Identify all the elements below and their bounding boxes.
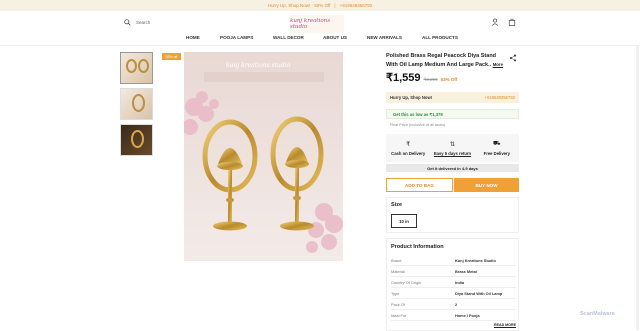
nav-item-new-arrivals[interactable]: NEW ARRIVALS	[367, 35, 402, 40]
feature-delivery-label: Free Delivery	[483, 151, 510, 156]
size-selector: Size 10 in	[386, 197, 519, 233]
thumbnail-list	[120, 52, 153, 160]
feature-return-label[interactable]: Easy 5 days return	[434, 151, 471, 156]
watermark-text: ScanMalware	[580, 311, 615, 317]
search-icon	[124, 19, 131, 26]
info-row: Pack Of 2	[391, 299, 516, 310]
thumbnail-1[interactable]	[120, 52, 153, 84]
price-row: ₹1,559 ₹3,299 53% Off	[386, 71, 457, 84]
info-row: Material Brass Metal	[391, 266, 516, 277]
info-heading: Product Information	[391, 244, 444, 250]
main-nav: HOME POOJA LAMPS WALL DECOR ABOUT US NEW…	[0, 35, 640, 44]
product-title-text: Polished Brass Regal Peacock Diya Stand …	[386, 53, 497, 68]
announcement-bar: Hurry Up, Shop Now! - 50% Off | +9195493…	[0, 0, 640, 11]
nav-item-wall-decor[interactable]: WALL DECOR	[273, 35, 304, 40]
info-value: 2	[455, 301, 458, 307]
thumbnail-3[interactable]	[120, 124, 153, 156]
info-key: Material	[391, 268, 405, 274]
search-label: Search	[136, 20, 151, 25]
announcement-phone[interactable]: +919549356792	[340, 3, 373, 8]
info-row: Brand Kunj Kreations Studio	[391, 255, 516, 266]
add-to-bag-button[interactable]: ADD TO BAG	[386, 178, 453, 192]
nav-item-pooja-lamps[interactable]: POOJA LAMPS	[220, 35, 253, 40]
read-more-link[interactable]: READ MORE	[494, 323, 516, 327]
hurry-phone[interactable]: +919549356792	[485, 95, 515, 100]
diya-stand-illustration	[184, 52, 343, 261]
nav-item-all-products[interactable]: ALL PRODUCTS	[422, 35, 458, 40]
info-key: Country Of Origin	[391, 279, 422, 285]
mrp-price: ₹3,299	[423, 77, 438, 82]
site-header: Search kunj kreations studio	[0, 11, 640, 35]
account-icon[interactable]	[491, 18, 499, 26]
info-row: Ideal For Home / Pooja	[391, 310, 516, 321]
inclusive-note: Final Price (inclusive of all taxes)	[390, 123, 445, 127]
info-row: Country Of Origin India	[391, 277, 516, 288]
info-key: Pack Of	[391, 301, 405, 307]
cash-icon: ₹	[406, 141, 411, 148]
info-value: Brass Metal	[455, 268, 477, 274]
thumbnail-2[interactable]	[120, 88, 153, 120]
announcement-separator: |	[334, 3, 336, 8]
delivery-estimate: Get it delivered in 4-9 days	[386, 164, 519, 172]
nav-divider	[0, 45, 640, 46]
inclusive-text: Final Price (inclusive of all taxes)	[390, 123, 446, 127]
info-value: India	[455, 279, 465, 285]
return-icon: ⇅	[449, 141, 455, 148]
announcement-text: Hurry Up, Shop Now! - 50% Off	[267, 3, 331, 8]
bag-icon[interactable]	[508, 18, 516, 26]
hurry-banner: Hurry Up, Shop Now! +919549356792	[386, 92, 519, 103]
offer-text: Get this as low as ₹1,379	[393, 111, 443, 117]
feature-cod: ₹ Cash on Delivery	[386, 134, 430, 162]
truck-icon: ⛟	[493, 141, 501, 147]
feature-free-delivery: ⛟ Free Delivery	[475, 134, 519, 162]
title-more-link[interactable]: More	[493, 62, 503, 67]
feature-return: ⇅ Easy 5 days return	[430, 134, 474, 162]
nav-item-about-us[interactable]: ABOUT US	[323, 35, 347, 40]
size-option-10in[interactable]: 10 in	[391, 214, 417, 228]
search-button[interactable]: Search	[124, 19, 150, 26]
sale-price: ₹1,559	[386, 72, 421, 84]
offer-banner[interactable]: Get this as low as ₹1,379	[386, 109, 519, 119]
nav-item-home[interactable]: HOME	[186, 35, 200, 40]
info-key: Ideal For	[391, 312, 407, 318]
info-value: Diya Stand With Oil Lamp	[455, 290, 503, 296]
discount-label: 53% Off	[440, 77, 458, 82]
scrollbar[interactable]	[636, 46, 639, 330]
discount-badge: 53% off	[162, 53, 181, 60]
info-value: Home / Pooja	[455, 312, 480, 318]
image-watermark-logo: kunj kreations studio	[226, 62, 291, 69]
feature-strip: ₹ Cash on Delivery ⇅ Easy 5 days return …	[386, 134, 519, 162]
hurry-label: Hurry Up, Shop Now!	[390, 95, 433, 100]
share-icon[interactable]	[509, 54, 517, 62]
info-key: Brand	[391, 257, 402, 263]
buy-now-button[interactable]: BUY NOW	[454, 178, 519, 192]
product-main-image[interactable]: kunj kreations studio	[184, 52, 343, 261]
logo-text: kunj kreations studio	[290, 18, 331, 30]
info-value: Kunj Kreations Studio	[455, 257, 496, 263]
info-key: Type	[391, 290, 400, 296]
feature-cod-label: Cash on Delivery	[391, 150, 426, 156]
product-information: Product Information Brand Kunj Kreations…	[386, 238, 519, 331]
site-logo[interactable]: kunj kreations studio	[290, 15, 344, 33]
info-row: Type Diya Stand With Oil Lamp	[391, 288, 516, 299]
size-heading: Size	[391, 202, 403, 208]
product-title: Polished Brass Regal Peacock Diya Stand …	[386, 52, 508, 69]
cta-buttons: ADD TO BAG BUY NOW	[386, 178, 519, 192]
